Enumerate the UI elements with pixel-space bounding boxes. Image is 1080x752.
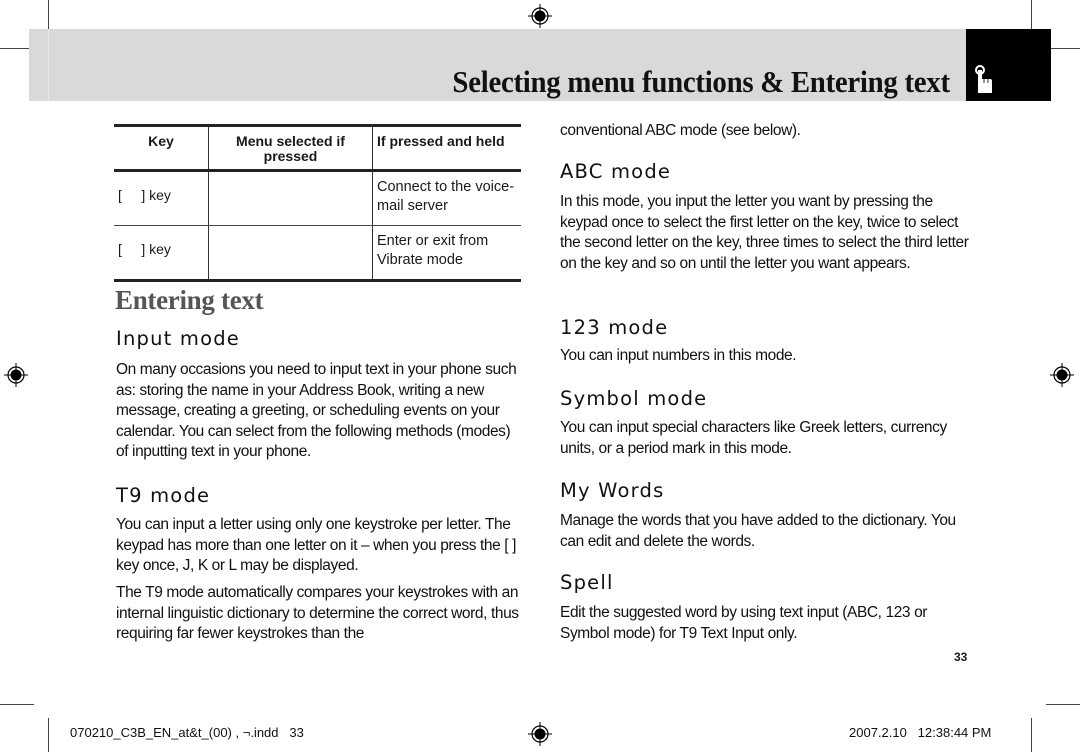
my-words-body: Manage the words that you have added to … bbox=[560, 512, 956, 550]
chapter-tab bbox=[966, 29, 1051, 101]
123-mode-heading: 123 mode bbox=[560, 316, 669, 339]
abc-mode-heading: ABC mode bbox=[560, 160, 672, 183]
t9-mode-body-1: You can input a letter using only one ke… bbox=[116, 516, 516, 574]
header-inner-line bbox=[48, 29, 49, 101]
crop-mark-bottom-right-v bbox=[1031, 718, 1032, 752]
cell-held: Enter or exit from Vibrate mode bbox=[372, 225, 521, 282]
table-header-row: Key Menu selected if pressed If pressed … bbox=[114, 124, 521, 172]
registration-mark-top bbox=[528, 4, 552, 28]
spell-body: Edit the suggested word by using text in… bbox=[560, 604, 928, 642]
spell-heading: Spell bbox=[560, 571, 614, 594]
table-row: [ ] key Enter or exit from Vibrate mode bbox=[114, 225, 521, 282]
registration-mark-left bbox=[4, 363, 28, 387]
cell-held: Connect to the voice-mail server bbox=[372, 170, 521, 226]
input-mode-heading: Input mode bbox=[116, 327, 240, 350]
cell-key: [ ] key bbox=[114, 225, 209, 282]
pointing-hand-icon bbox=[975, 65, 992, 93]
cell-key: [ ] key bbox=[114, 170, 209, 226]
section-title: Entering text bbox=[115, 285, 264, 315]
t9-mode-heading: T9 mode bbox=[116, 484, 211, 507]
crop-mark-bottom-right-h bbox=[1046, 704, 1080, 705]
123-mode-body: You can input numbers in this mode. bbox=[560, 347, 797, 364]
column-header-menu: Menu selected if pressed bbox=[208, 124, 373, 172]
cell-menu bbox=[208, 225, 373, 282]
abc-mode-body: In this mode, you input the letter you w… bbox=[560, 193, 969, 272]
cell-menu bbox=[208, 170, 373, 226]
page-number: 33 bbox=[954, 650, 968, 664]
key-function-table: Key Menu selected if pressed If pressed … bbox=[114, 124, 521, 282]
my-words-heading: My Words bbox=[560, 479, 665, 502]
registration-mark-bottom bbox=[528, 722, 552, 746]
input-mode-body: On many occasions you need to input text… bbox=[116, 361, 517, 460]
crop-mark-bottom-left-h bbox=[0, 704, 34, 705]
footer-file-slug: 070210_C3B_EN_at&t_(00) , ¬.indd 33 bbox=[70, 725, 304, 740]
table-row: [ ] key Connect to the voice-mail server bbox=[114, 170, 521, 226]
symbol-mode-body: You can input special characters like Gr… bbox=[560, 419, 947, 457]
footer-timestamp: 2007.2.10 12:38:44 PM bbox=[849, 725, 992, 740]
t9-mode-body-2: The T9 mode automatically compares your … bbox=[116, 584, 519, 642]
symbol-mode-heading: Symbol mode bbox=[560, 387, 708, 410]
continued-text: conventional ABC mode (see below). bbox=[560, 122, 801, 139]
crop-mark-top-right-h bbox=[1046, 48, 1080, 49]
column-header-held: If pressed and held bbox=[372, 124, 521, 172]
page-header-title: Selecting menu functions & Entering text bbox=[452, 64, 951, 99]
crop-mark-bottom-left-v bbox=[48, 718, 49, 752]
registration-mark-right bbox=[1050, 363, 1074, 387]
column-header-key: Key bbox=[114, 124, 209, 172]
